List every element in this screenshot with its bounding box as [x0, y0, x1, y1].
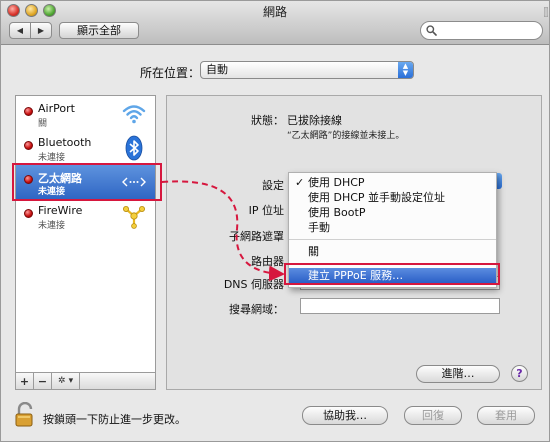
- status-note: “乙太網路”的接線並未接上。: [287, 131, 405, 141]
- status-dot: [24, 209, 33, 218]
- add-service-button[interactable]: +: [16, 373, 34, 389]
- assist-me-button[interactable]: 協助我…: [302, 406, 388, 425]
- checkmark-icon: ✓: [295, 176, 305, 189]
- ip-address-label: IP 位址: [248, 204, 284, 217]
- status-dot: [24, 175, 33, 184]
- service-name: Bluetooth: [38, 136, 92, 149]
- subnet-mask-label: 子網路遮罩: [229, 230, 284, 243]
- advanced-button[interactable]: 進階…: [416, 365, 500, 383]
- window-title: 網路: [262, 5, 287, 19]
- service-name: FireWire: [38, 204, 83, 217]
- router-label: 路由器: [251, 255, 284, 268]
- search-domains-field[interactable]: [300, 298, 500, 314]
- back-forward-control: ◀ ▶: [9, 22, 52, 39]
- apply-button[interactable]: 套用: [477, 406, 535, 425]
- location-label: 所在位置：: [140, 66, 201, 80]
- firewire-icon: [123, 206, 145, 229]
- search-icon: [426, 25, 437, 36]
- location-popup[interactable]: 自動 ▲ ▼: [200, 61, 414, 79]
- menu-item-create-pppoe[interactable]: 建立 PPPoE 服務…: [289, 268, 496, 283]
- window-toolbar: 網路 ◀ ▶ 顯示全部: [1, 1, 549, 45]
- search-domains-label: 搜尋網域：: [229, 303, 284, 316]
- configure-ipv4-menu: ✓ 使用 DHCP 使用 DHCP 並手動設定位址 使用 BootP 手動 關 …: [288, 172, 497, 288]
- search-field[interactable]: [420, 21, 543, 40]
- revert-button[interactable]: 回復: [404, 406, 462, 425]
- service-list: AirPort 關 Bluetooth 未連接 乙太網路 未連接 FireWir…: [15, 95, 156, 373]
- lock-icon[interactable]: [14, 402, 36, 428]
- wifi-icon: [122, 105, 146, 124]
- service-action-gear-button[interactable]: ✲ ▾: [52, 373, 80, 389]
- menu-separator: [289, 239, 496, 240]
- menu-item-dhcp[interactable]: ✓ 使用 DHCP: [289, 175, 496, 190]
- bluetooth-icon: [125, 135, 143, 161]
- service-status: 未連接: [38, 153, 66, 163]
- location-value: 自動: [206, 63, 228, 76]
- service-item-ethernet[interactable]: 乙太網路 未連接: [16, 165, 155, 199]
- help-button[interactable]: ?: [511, 365, 528, 382]
- configure-label: 設定: [262, 179, 284, 192]
- menu-item-manual[interactable]: 手動: [289, 220, 496, 235]
- service-list-toolbar: + − ✲ ▾: [15, 373, 156, 390]
- service-item-airport[interactable]: AirPort 關: [16, 97, 155, 131]
- ethernet-icon: [122, 177, 146, 187]
- service-item-bluetooth[interactable]: Bluetooth 未連接: [16, 131, 155, 165]
- status-value: 已拔除接線: [287, 114, 342, 127]
- dns-server-label: DNS 伺服器: [223, 278, 284, 291]
- back-button[interactable]: ◀: [10, 23, 31, 38]
- service-status: 未連接: [38, 221, 66, 231]
- menu-item-bootp[interactable]: 使用 BootP: [289, 205, 496, 220]
- remove-service-button[interactable]: −: [34, 373, 52, 389]
- status-label: 狀態：: [251, 114, 284, 127]
- menu-item-off[interactable]: 關: [289, 244, 496, 259]
- popup-arrows-icon: ▲ ▼: [398, 62, 413, 78]
- toolbar-toggle-icon[interactable]: [544, 7, 548, 17]
- forward-button[interactable]: ▶: [31, 23, 51, 38]
- service-status: 關: [38, 119, 48, 129]
- service-item-firewire[interactable]: FireWire 未連接: [16, 199, 155, 233]
- system-preferences-window: 網路 ◀ ▶ 顯示全部 所在位置： 自動 ▲ ▼ AirPort 關 Bluet…: [0, 0, 550, 442]
- show-all-button[interactable]: 顯示全部: [59, 22, 139, 39]
- service-status: 未連接: [38, 187, 66, 197]
- status-dot: [24, 107, 33, 116]
- service-name: AirPort: [38, 102, 75, 115]
- menu-item-dhcp-manual[interactable]: 使用 DHCP 並手動設定位址: [289, 190, 496, 205]
- lock-hint-text: 按鎖頭一下防止進一步更改。: [43, 413, 186, 426]
- status-dot: [24, 141, 33, 150]
